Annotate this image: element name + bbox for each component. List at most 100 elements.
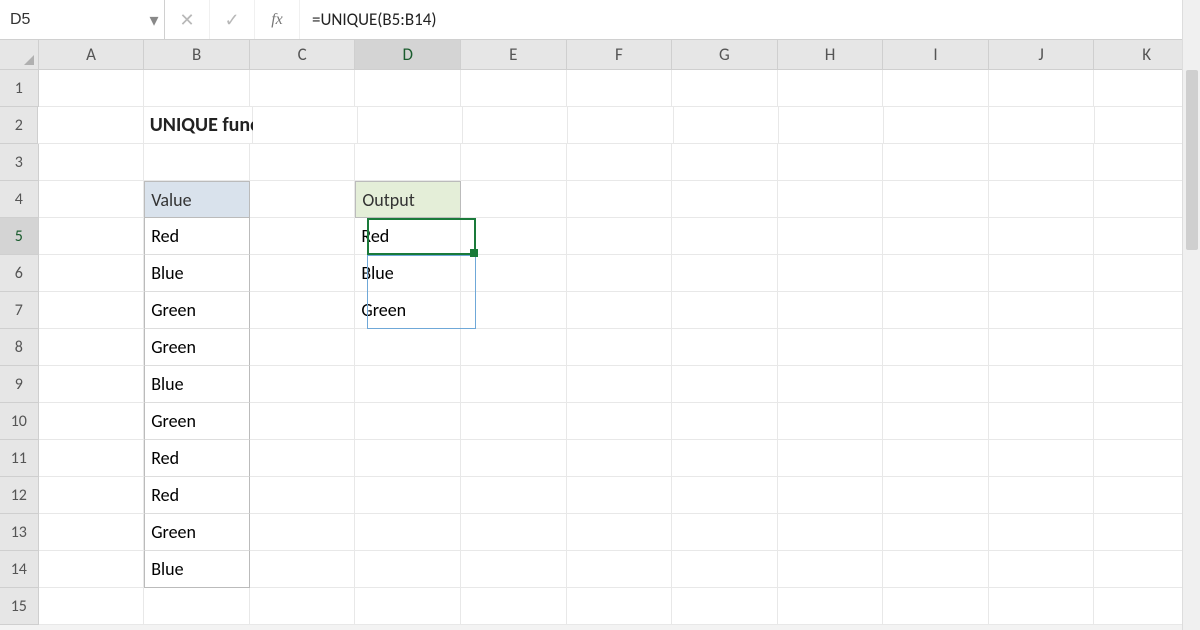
cell[interactable] bbox=[672, 218, 778, 255]
cell[interactable] bbox=[672, 514, 778, 551]
cell[interactable] bbox=[250, 255, 356, 292]
cell[interactable] bbox=[358, 107, 463, 144]
output-column-header[interactable]: Output bbox=[355, 181, 461, 218]
cell[interactable] bbox=[355, 366, 461, 403]
cell[interactable] bbox=[250, 403, 356, 440]
row-header[interactable]: 13 bbox=[0, 514, 39, 551]
cell[interactable] bbox=[672, 403, 778, 440]
cell[interactable] bbox=[989, 255, 1095, 292]
cell[interactable] bbox=[883, 292, 989, 329]
col-header-i[interactable]: I bbox=[883, 40, 989, 69]
cell[interactable] bbox=[778, 181, 884, 218]
cell[interactable] bbox=[39, 292, 145, 329]
col-header-h[interactable]: H bbox=[778, 40, 884, 69]
cell[interactable] bbox=[778, 255, 884, 292]
cell[interactable] bbox=[883, 144, 989, 181]
cell[interactable] bbox=[672, 70, 778, 107]
cell[interactable] bbox=[355, 403, 461, 440]
cell[interactable] bbox=[883, 514, 989, 551]
cell[interactable] bbox=[778, 366, 884, 403]
cell[interactable] bbox=[250, 329, 356, 366]
cell[interactable] bbox=[461, 218, 567, 255]
row-header[interactable]: 3 bbox=[0, 144, 39, 181]
col-header-g[interactable]: G bbox=[672, 40, 778, 69]
cell[interactable] bbox=[567, 366, 673, 403]
select-all-corner[interactable] bbox=[0, 40, 39, 69]
cancel-icon[interactable]: ✕ bbox=[165, 0, 210, 39]
active-cell[interactable]: Red bbox=[355, 218, 461, 255]
cell[interactable] bbox=[461, 255, 567, 292]
value-cell[interactable]: Green bbox=[144, 403, 250, 440]
cell[interactable] bbox=[250, 70, 356, 107]
cell[interactable] bbox=[461, 144, 567, 181]
cell[interactable] bbox=[39, 440, 145, 477]
cell[interactable] bbox=[461, 588, 567, 625]
cell[interactable] bbox=[461, 477, 567, 514]
cell[interactable] bbox=[567, 181, 673, 218]
cell[interactable] bbox=[989, 144, 1095, 181]
grid[interactable]: 1 2 UNIQUE function 3 bbox=[0, 70, 1200, 625]
cell[interactable] bbox=[778, 514, 884, 551]
cell[interactable] bbox=[144, 588, 250, 625]
value-cell[interactable]: Blue bbox=[144, 255, 250, 292]
cell[interactable] bbox=[39, 551, 145, 588]
cell[interactable] bbox=[39, 181, 145, 218]
cell[interactable] bbox=[674, 107, 779, 144]
value-cell[interactable]: Blue bbox=[144, 366, 250, 403]
cell[interactable] bbox=[39, 255, 145, 292]
cell[interactable] bbox=[989, 403, 1095, 440]
cell[interactable] bbox=[672, 588, 778, 625]
cell[interactable] bbox=[461, 70, 567, 107]
cell[interactable] bbox=[883, 403, 989, 440]
cell[interactable] bbox=[250, 181, 356, 218]
cell[interactable] bbox=[567, 70, 673, 107]
cell[interactable] bbox=[461, 292, 567, 329]
cell[interactable] bbox=[883, 255, 989, 292]
cell[interactable] bbox=[355, 329, 461, 366]
cell[interactable] bbox=[355, 440, 461, 477]
row-header[interactable]: 10 bbox=[0, 403, 39, 440]
cell[interactable] bbox=[144, 144, 250, 181]
cell[interactable] bbox=[38, 107, 143, 144]
cell[interactable] bbox=[250, 588, 356, 625]
cell[interactable] bbox=[567, 403, 673, 440]
cell[interactable] bbox=[989, 551, 1095, 588]
cell[interactable] bbox=[144, 70, 250, 107]
output-cell[interactable]: Blue bbox=[355, 255, 461, 292]
cell[interactable] bbox=[39, 366, 145, 403]
cell[interactable] bbox=[461, 403, 567, 440]
cell[interactable] bbox=[250, 292, 356, 329]
cell[interactable] bbox=[39, 588, 145, 625]
cell[interactable] bbox=[778, 588, 884, 625]
cell[interactable] bbox=[778, 292, 884, 329]
cell[interactable] bbox=[989, 292, 1095, 329]
value-cell[interactable]: Red bbox=[144, 218, 250, 255]
value-cell[interactable]: Blue bbox=[144, 551, 250, 588]
cell[interactable] bbox=[250, 440, 356, 477]
cell[interactable] bbox=[672, 255, 778, 292]
cell[interactable] bbox=[672, 144, 778, 181]
row-header[interactable]: 1 bbox=[0, 70, 39, 107]
cell[interactable] bbox=[39, 70, 145, 107]
cell[interactable] bbox=[883, 329, 989, 366]
cell[interactable] bbox=[989, 440, 1095, 477]
cell[interactable] bbox=[567, 255, 673, 292]
row-header[interactable]: 6 bbox=[0, 255, 39, 292]
cell[interactable] bbox=[250, 144, 356, 181]
cell[interactable] bbox=[568, 107, 673, 144]
row-header[interactable]: 4 bbox=[0, 181, 39, 218]
row-header[interactable]: 11 bbox=[0, 440, 39, 477]
col-header-j[interactable]: J bbox=[989, 40, 1095, 69]
cell[interactable] bbox=[355, 514, 461, 551]
col-header-c[interactable]: C bbox=[250, 40, 356, 69]
col-header-b[interactable]: B bbox=[144, 40, 250, 69]
cell[interactable] bbox=[355, 477, 461, 514]
cell[interactable] bbox=[461, 551, 567, 588]
name-box-dropdown-icon[interactable]: ▾ bbox=[144, 0, 164, 39]
cell[interactable] bbox=[250, 551, 356, 588]
cell[interactable] bbox=[989, 70, 1095, 107]
cell[interactable] bbox=[778, 551, 884, 588]
value-cell[interactable]: Green bbox=[144, 329, 250, 366]
cell[interactable] bbox=[567, 218, 673, 255]
value-cell[interactable]: Green bbox=[144, 292, 250, 329]
